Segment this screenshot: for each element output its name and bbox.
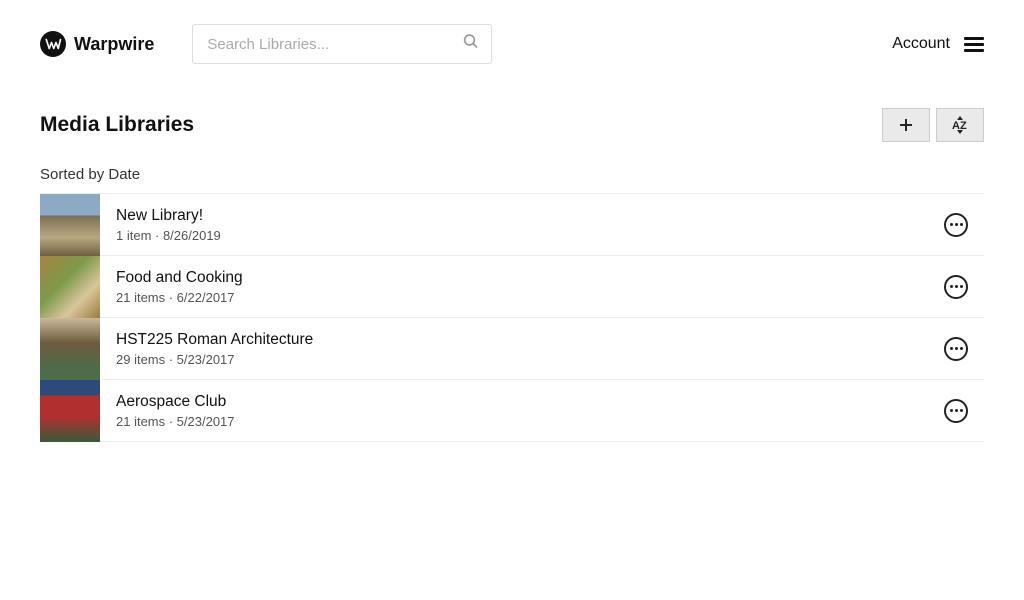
- menu-icon[interactable]: [964, 37, 984, 52]
- more-options-icon[interactable]: [944, 275, 968, 299]
- library-row-body: Aerospace Club 21 items · 5/23/2017: [100, 393, 944, 429]
- brand-logo[interactable]: Warpwire: [40, 31, 154, 57]
- library-title: Aerospace Club: [116, 393, 944, 411]
- library-meta: 1 item · 8/26/2019: [116, 228, 944, 243]
- library-row-body: HST225 Roman Architecture 29 items · 5/2…: [100, 331, 944, 367]
- sort-label: Sorted by Date: [40, 166, 984, 183]
- library-row-body: Food and Cooking 21 items · 6/22/2017: [100, 269, 944, 305]
- library-row[interactable]: Aerospace Club 21 items · 5/23/2017: [40, 380, 984, 442]
- plus-icon: [897, 116, 915, 134]
- search-input[interactable]: [192, 24, 492, 64]
- library-row-body: New Library! 1 item · 8/26/2019: [100, 207, 944, 243]
- library-meta: 29 items · 5/23/2017: [116, 352, 944, 367]
- library-thumbnail: [40, 380, 100, 442]
- library-title: New Library!: [116, 207, 944, 225]
- library-thumbnail: [40, 256, 100, 318]
- library-list: New Library! 1 item · 8/26/2019 Food and…: [40, 193, 984, 442]
- header-right: Account: [892, 35, 984, 53]
- more-options-icon[interactable]: [944, 399, 968, 423]
- sort-button[interactable]: A Z: [936, 108, 984, 142]
- header: Warpwire Account: [0, 0, 1024, 80]
- account-link[interactable]: Account: [892, 35, 950, 53]
- add-button[interactable]: [882, 108, 930, 142]
- library-thumbnail: [40, 194, 100, 256]
- library-row[interactable]: HST225 Roman Architecture 29 items · 5/2…: [40, 318, 984, 380]
- sort-az-icon: A Z: [947, 115, 973, 135]
- brand-name: Warpwire: [74, 34, 154, 55]
- logo-icon: [40, 31, 66, 57]
- search-icon: [462, 33, 480, 56]
- library-meta: 21 items · 6/22/2017: [116, 290, 944, 305]
- library-title: Food and Cooking: [116, 269, 944, 287]
- search-field[interactable]: [192, 24, 492, 64]
- library-row[interactable]: New Library! 1 item · 8/26/2019: [40, 194, 984, 256]
- library-meta: 21 items · 5/23/2017: [116, 414, 944, 429]
- more-options-icon[interactable]: [944, 213, 968, 237]
- content: Media Libraries A Z Sorted by Date New L…: [0, 108, 1024, 442]
- library-thumbnail: [40, 318, 100, 380]
- page-title: Media Libraries: [40, 113, 194, 137]
- title-actions: A Z: [882, 108, 984, 142]
- more-options-icon[interactable]: [944, 337, 968, 361]
- library-title: HST225 Roman Architecture: [116, 331, 944, 349]
- title-row: Media Libraries A Z: [40, 108, 984, 142]
- library-row[interactable]: Food and Cooking 21 items · 6/22/2017: [40, 256, 984, 318]
